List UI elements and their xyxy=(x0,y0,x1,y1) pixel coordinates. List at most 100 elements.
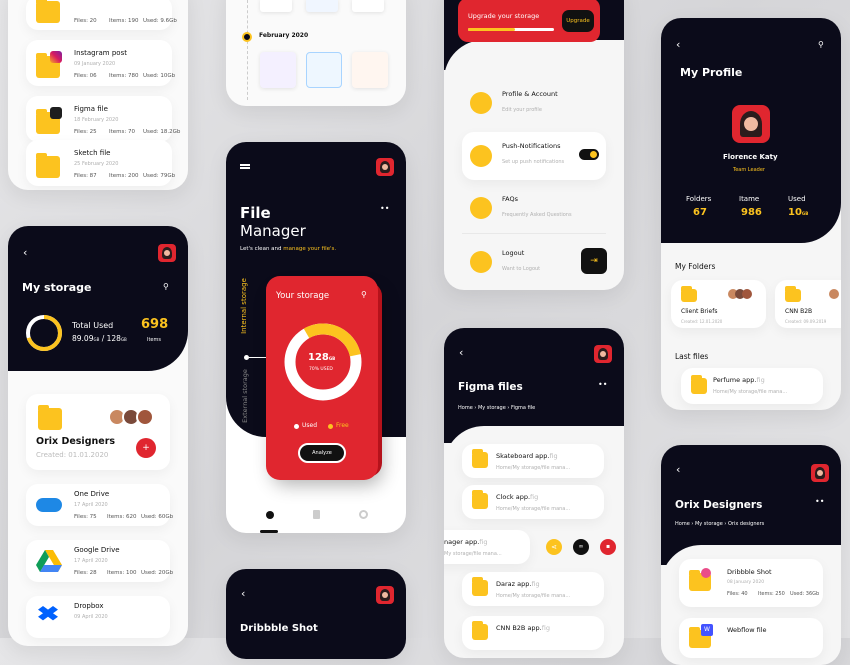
back-icon[interactable]: ‹ xyxy=(676,38,680,51)
file-name: Webflow file xyxy=(727,626,767,634)
file-row[interactable]: Perfume app.fig Home/My storage/file man… xyxy=(681,368,823,404)
back-icon[interactable]: ‹ xyxy=(676,463,680,476)
list-item[interactable]: Dropbox 09 April 2020 xyxy=(26,596,170,638)
stat-label: Used xyxy=(788,195,806,203)
add-button[interactable]: + xyxy=(136,438,156,458)
used-size: Used: 18.2Gb xyxy=(143,129,181,135)
files-count: Files: 20 xyxy=(74,18,97,24)
file-row[interactable]: Clock app.fig Home/My storage/file mana.… xyxy=(462,485,604,519)
more-icon[interactable]: •• xyxy=(598,380,607,389)
folder-name: Client Briefs xyxy=(681,308,718,315)
more-icon[interactable]: •• xyxy=(815,497,824,506)
items-count: Items: 70 xyxy=(109,129,135,135)
compass-icon[interactable] xyxy=(266,511,274,519)
file-row[interactable]: Daraz app.fig Home/My storage/file mana.… xyxy=(462,572,604,606)
share-button[interactable]: ⋖ xyxy=(546,539,562,555)
thumbnail[interactable] xyxy=(352,52,388,88)
section-title: Last files xyxy=(675,352,709,361)
list-item[interactable]: One Drive 17 April 2020 Files: 75 Items:… xyxy=(26,484,173,526)
member-avatar xyxy=(742,289,752,299)
settings-icon[interactable] xyxy=(359,510,368,519)
list-item[interactable]: Figma file 18 February 2020 Files: 25 It… xyxy=(26,96,180,142)
used-value: 89.09GB / 128GB xyxy=(72,334,127,343)
sketch-folder-icon xyxy=(36,153,60,178)
file-row[interactable]: CNN B2B app.fig xyxy=(462,616,604,650)
analyze-button[interactable]: Analyze xyxy=(298,443,346,463)
back-icon[interactable]: ‹ xyxy=(23,246,27,259)
avatar[interactable] xyxy=(594,345,612,363)
avatar[interactable] xyxy=(376,586,394,604)
filter-icon[interactable]: ⚲ xyxy=(163,282,169,291)
folder-icon xyxy=(785,286,801,302)
menu-icon[interactable] xyxy=(240,164,250,166)
settings-screen: Upgrade your storage Upgrade Profile & A… xyxy=(444,0,624,290)
thumbnail[interactable] xyxy=(352,0,384,12)
orix-screen: ‹ Orix Designers •• Home › My storage › … xyxy=(661,445,841,665)
upgrade-card[interactable]: Upgrade your storage Upgrade xyxy=(458,0,600,42)
tab-internal-storage[interactable]: Internal storage xyxy=(240,278,248,334)
file-path: Home/My storage/file mana... xyxy=(496,465,571,471)
list-item[interactable]: Sketch file 25 February 2020 Files: 87 I… xyxy=(26,140,175,186)
page-title: My Profile xyxy=(680,66,743,79)
file-icon xyxy=(691,375,707,394)
logout-button[interactable]: ⇥ xyxy=(581,248,607,274)
thumbnail[interactable] xyxy=(306,0,338,12)
thumbnail[interactable] xyxy=(260,0,292,12)
file-icon xyxy=(472,577,488,596)
upgrade-text: Upgrade your storage xyxy=(468,12,540,20)
file-row[interactable]: Skateboard app.fig Home/My storage/file … xyxy=(462,444,604,478)
file-name: Dribbble Shot xyxy=(727,568,772,576)
folder-date: Created: 09.09.2019 xyxy=(785,319,827,324)
timeline-line xyxy=(247,0,248,100)
files-count: Files: 25 xyxy=(74,129,97,135)
timeline-screen: February 2020 xyxy=(226,0,406,106)
menu-item-profile[interactable]: Profile & Account xyxy=(502,90,558,98)
avatar[interactable] xyxy=(158,244,176,262)
menu-item-logout[interactable]: Logout xyxy=(502,249,524,257)
file-row[interactable]: Dribbble Shot 08 January 2020 Files: 40 … xyxy=(679,559,823,607)
items-count: Items: 780 xyxy=(109,73,139,79)
more-icon[interactable]: •• xyxy=(380,204,389,213)
group-name: Orix Designers xyxy=(36,436,116,447)
card-title: Your storage xyxy=(276,291,330,301)
list-item[interactable]: Instagram post 09 January 2020 Files: 06… xyxy=(26,40,176,86)
page-title: Dribbble Shot xyxy=(240,623,318,634)
storage-card[interactable]: Your storage ⚲ 128GB 70% USED Used Free … xyxy=(266,276,378,480)
files-count: Files: 06 xyxy=(74,73,97,79)
list-item[interactable]: Files: 20 Items: 190 Used: 9.6Gb xyxy=(26,0,177,30)
profile-avatar[interactable] xyxy=(732,105,770,143)
back-icon[interactable]: ‹ xyxy=(241,587,245,600)
item-date: 09 January 2020 xyxy=(74,61,116,67)
list-item[interactable]: Google Drive 17 April 2020 Files: 28 Ite… xyxy=(26,540,173,582)
back-icon[interactable]: ‹ xyxy=(459,346,463,359)
folder-name: CNN B2B xyxy=(785,308,813,315)
used-size: Used: 10Gb xyxy=(143,73,176,79)
group-created: Created: 01.01.2020 xyxy=(36,451,109,459)
thumbnail[interactable] xyxy=(306,52,342,88)
link-button[interactable]: ∞ xyxy=(573,539,589,555)
edit-icon[interactable]: ⚲ xyxy=(818,40,824,49)
avatar[interactable] xyxy=(811,464,829,482)
settings-icon[interactable]: ⚲ xyxy=(361,290,367,299)
webflow-icon: W xyxy=(701,624,713,636)
thumbnail[interactable] xyxy=(260,52,296,88)
service-name: Dropbox xyxy=(74,602,104,610)
tab-external-storage[interactable]: External storage xyxy=(241,369,249,423)
upgrade-button[interactable]: Upgrade xyxy=(562,10,594,32)
dribbble-icon xyxy=(701,568,711,578)
menu-card-notifications[interactable]: Push-Notifications Set up push notificat… xyxy=(462,132,606,180)
stat-value: 986 xyxy=(741,207,762,218)
avatar[interactable] xyxy=(376,158,394,176)
items-count: Items: 250 xyxy=(758,591,785,597)
profile-role: Team Leader xyxy=(733,167,765,173)
file-row[interactable]: W Webflow file xyxy=(679,618,823,658)
file-row-swiped[interactable]: nager app.fig My storage/file mana... xyxy=(444,530,530,564)
notifications-toggle[interactable] xyxy=(579,149,599,160)
folder-card[interactable]: CNN B2B Created: 09.09.2019 xyxy=(775,280,841,328)
folder-card[interactable]: Client Briefs Created: 12.01.2020 xyxy=(671,280,766,328)
profile-screen: ‹ ⚲ My Profile Florence Katy Team Leader… xyxy=(661,18,841,410)
menu-item-faqs[interactable]: FAQs xyxy=(502,195,518,203)
file-icon[interactable] xyxy=(313,510,320,519)
group-card[interactable]: Orix Designers Created: 01.01.2020 + xyxy=(26,394,170,470)
delete-button[interactable]: ▪ xyxy=(600,539,616,555)
